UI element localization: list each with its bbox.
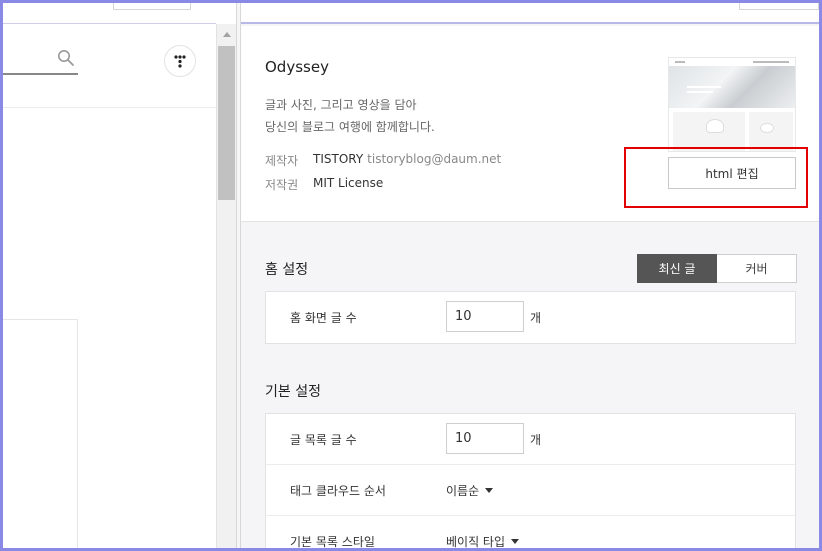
author-email: tistoryblog@daum.net [367,152,502,166]
setting-label: 태그 클라우드 순서 [290,484,386,498]
search-icon[interactable] [57,49,75,67]
home-mode-toggle[interactable]: 최신 글 커버 [637,254,797,283]
setting-row-home-post-count: 홈 화면 글 수 개 [266,292,795,343]
html-edit-button[interactable]: html 편집 [668,157,796,189]
theme-license-row: 저작권 MIT License [265,176,383,193]
caret-down-icon [485,488,494,493]
toggle-latest-posts[interactable]: 최신 글 [637,254,717,283]
setting-row-tag-order: 태그 클라우드 순서 이름순 [266,465,795,516]
scroll-thumb[interactable] [218,46,235,200]
dropdown-value: 이름순 [446,484,480,498]
home-post-count-input[interactable] [446,301,524,332]
list-post-count-input[interactable] [446,423,524,454]
home-settings-card: 홈 화면 글 수 개 [265,291,796,344]
caret-down-icon [511,539,520,544]
settings-pane: Odyssey 글과 사진, 그리고 영상을 담아 당신의 블로그 여행에 함께… [241,0,822,551]
basic-settings-title: 기본 설정 [265,384,321,400]
basic-settings-card: 글 목록 글 수 개 태그 클라우드 순서 이름순 기본 목록 스타일 베이직 … [265,413,796,551]
theme-info-card: Odyssey 글과 사진, 그리고 영상을 담아 당신의 블로그 여행에 함께… [241,26,822,222]
dots-menu-icon [174,55,186,68]
setting-label: 홈 화면 글 수 [290,311,357,325]
setting-row-list-style: 기본 목록 스타일 베이직 타입 [266,516,795,551]
theme-name: Odyssey [265,58,329,76]
search-input-underline[interactable] [0,73,78,75]
preview-divider [0,107,216,108]
settings-topbar [241,0,822,24]
theme-author-row: 제작자 TISTORY tistoryblog@daum.net [265,152,501,169]
setting-row-list-post-count: 글 목록 글 수 개 [266,414,795,465]
license-label: 저작권 [265,178,299,192]
preview-scrollbar[interactable] [216,24,236,551]
theme-description-line: 글과 사진, 그리고 영상을 담아 [265,98,417,112]
preview-topbar [0,0,216,24]
setting-label: 글 목록 글 수 [290,433,357,447]
preview-pane [0,0,216,551]
tag-order-dropdown[interactable]: 이름순 [446,465,494,516]
unit-label: 개 [530,311,542,325]
preview-top-button[interactable] [113,0,191,10]
list-style-dropdown[interactable]: 베이직 타입 [446,516,520,551]
theme-description-line: 당신의 블로그 여행에 함께합니다. [265,120,435,134]
license-value: MIT License [313,176,384,190]
home-settings-title: 홈 설정 [265,262,309,278]
toggle-cover[interactable]: 커버 [717,254,797,283]
theme-description: 글과 사진, 그리고 영상을 담아 당신의 블로그 여행에 함께합니다. [265,94,435,138]
setting-label: 기본 목록 스타일 [290,535,375,549]
dots-menu-button[interactable] [164,45,196,77]
theme-thumbnail [668,57,796,152]
unit-label: 개 [530,433,542,447]
author-name: TISTORY [313,152,364,166]
author-label: 제작자 [265,154,299,168]
scroll-up-arrow-icon[interactable] [223,32,231,37]
settings-top-button[interactable] [739,0,819,10]
preview-post-card[interactable] [0,319,78,551]
dropdown-value: 베이직 타입 [446,535,506,549]
